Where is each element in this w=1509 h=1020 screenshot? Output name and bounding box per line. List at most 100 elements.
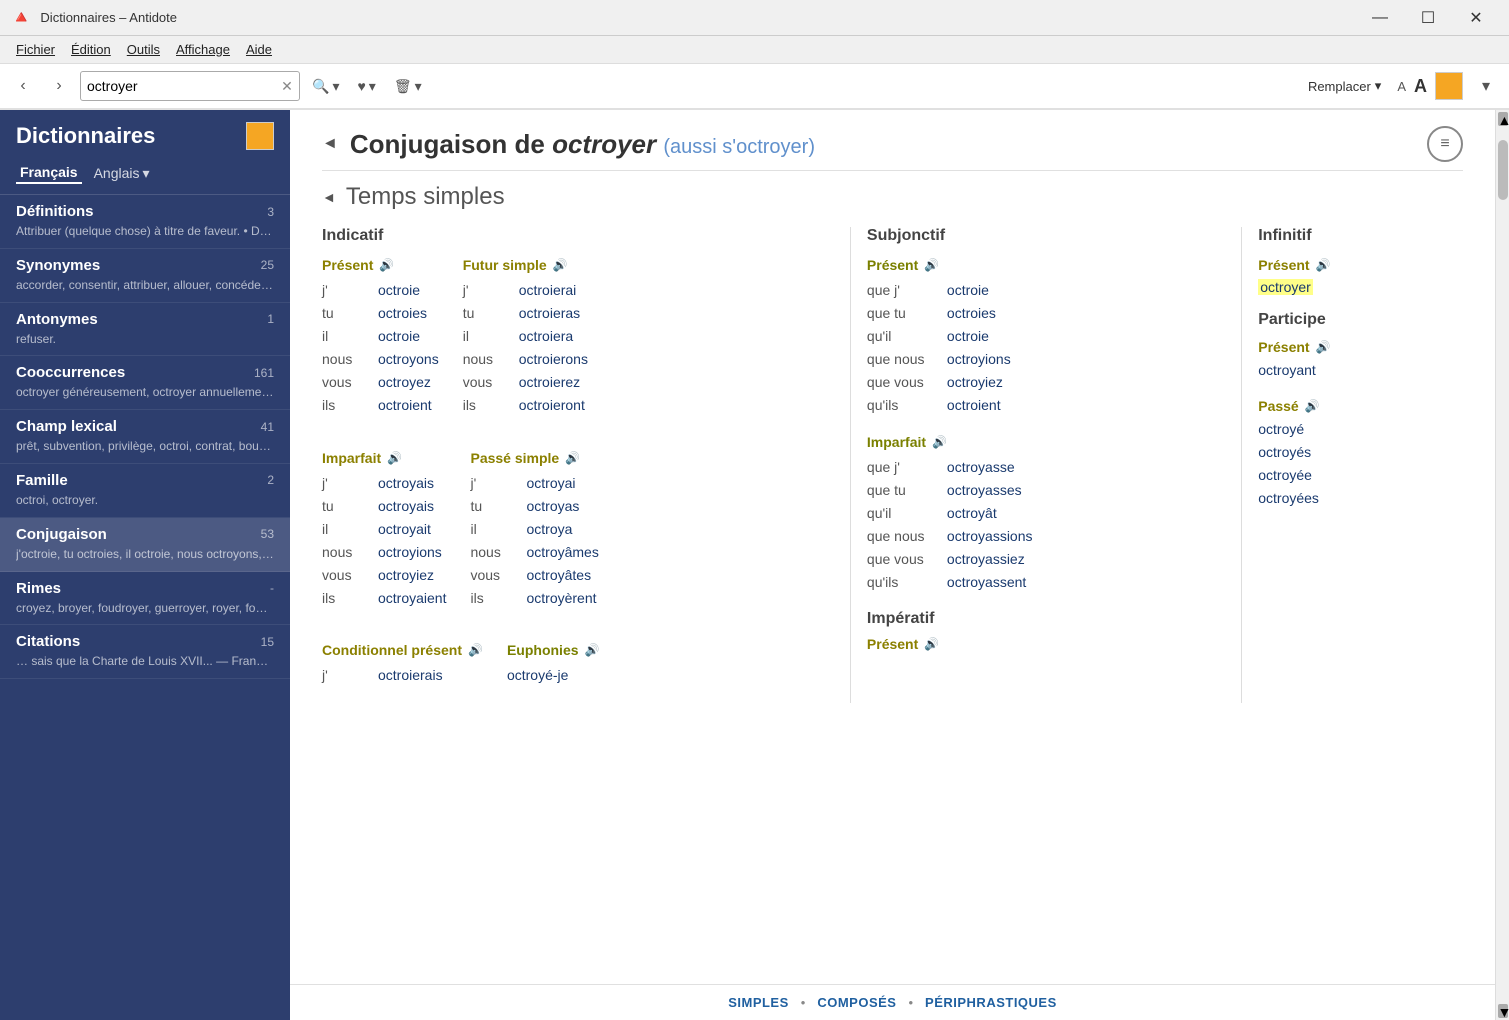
remplacer-button[interactable]: Remplacer ▾ <box>1300 71 1389 101</box>
search-input[interactable] <box>81 76 275 96</box>
sidebar-item-citations[interactable]: Citations 15 … sais que la Charte de Lou… <box>0 625 290 679</box>
present-speaker-icon[interactable]: 🔊 <box>379 258 394 272</box>
color-swatch[interactable] <box>1435 72 1463 100</box>
content-title-word: octroyer <box>552 129 656 159</box>
participe-present-speaker-icon[interactable]: 🔊 <box>1316 340 1331 354</box>
imperatif-speaker-icon[interactable]: 🔊 <box>924 637 939 651</box>
lang-francais-button[interactable]: Français <box>16 162 82 184</box>
pronoun: que tu <box>867 479 939 502</box>
form: octroyait <box>378 518 431 541</box>
pronoun: ils <box>322 394 370 417</box>
font-size-small-button[interactable]: A <box>1397 79 1406 94</box>
favorites-dropdown-arrow: ▾ <box>369 78 376 95</box>
conj-row: j'octroierais <box>322 664 483 687</box>
conj-row: iloctroya <box>470 518 598 541</box>
back-button[interactable]: ‹ <box>8 71 38 101</box>
nav-periphrastiques[interactable]: PÉRIPHRASTIQUES <box>925 995 1057 1010</box>
history-button[interactable]: 🗑 ▾ <box>388 71 428 101</box>
nav-composes[interactable]: COMPOSÉS <box>817 995 896 1010</box>
sidebar: Dictionnaires Français Anglais ▾ Définit… <box>0 110 290 1020</box>
imparfait-speaker-icon[interactable]: 🔊 <box>387 451 402 465</box>
famille-label: Famille <box>16 472 68 489</box>
content-collapse-button[interactable]: ◄ <box>322 135 338 153</box>
conj-row: que nousoctroyions <box>867 348 1225 371</box>
sidebar-item-famille[interactable]: Famille 2 octroi, octroyer. <box>0 464 290 518</box>
menu-edition[interactable]: Édition <box>63 40 119 59</box>
participe-passe-speaker-icon[interactable]: 🔊 <box>1305 399 1320 413</box>
menu-fichier[interactable]: Fichier <box>8 40 63 59</box>
scroll-up-arrow[interactable]: ▲ <box>1498 112 1508 126</box>
passe-simple-title: Passé simple 🔊 <box>470 450 598 466</box>
sidebar-title: Dictionnaires <box>16 123 155 149</box>
imperatif-title: Impératif <box>867 610 1225 628</box>
pronoun: que vous <box>867 548 939 571</box>
form: octroiera <box>519 325 573 348</box>
participe-present: Présent 🔊 octroyant <box>1258 339 1463 382</box>
conditionnel-speaker-icon[interactable]: 🔊 <box>468 643 483 657</box>
conditionnel-euphonies-row: Conditionnel présent 🔊 j'octroierais Eup… <box>322 642 834 703</box>
sidebar-item-cooccurrences[interactable]: Cooccurrences 161 octroyer généreusement… <box>0 356 290 410</box>
window-controls[interactable]: — ☐ ✕ <box>1357 3 1499 33</box>
pronoun: j' <box>322 664 370 687</box>
rimes-label: Rimes <box>16 580 61 597</box>
window-title: Dictionnaires – Antidote <box>40 10 177 25</box>
favorites-button[interactable]: ♥ ▾ <box>351 71 381 101</box>
subjonctif-imparfait-speaker-icon[interactable]: 🔊 <box>932 435 947 449</box>
close-button[interactable]: ✕ <box>1453 3 1499 33</box>
euphonies: Euphonies 🔊 octroyé-je <box>507 642 600 687</box>
euphonies-speaker-icon[interactable]: 🔊 <box>585 643 600 657</box>
champ-lexical-count: 41 <box>261 420 274 434</box>
scroll-thumb[interactable] <box>1498 140 1508 200</box>
sidebar-item-antonymes[interactable]: Antonymes 1 refuser. <box>0 303 290 357</box>
menu-outils[interactable]: Outils <box>119 40 168 59</box>
sep-2: • <box>908 995 913 1010</box>
lang-anglais-button[interactable]: Anglais ▾ <box>94 165 150 182</box>
infinitif-form: octroyer <box>1258 279 1313 295</box>
font-size-large-button[interactable]: A <box>1414 76 1427 97</box>
futur-speaker-icon[interactable]: 🔊 <box>553 258 568 272</box>
forward-button[interactable]: › <box>44 71 74 101</box>
minimize-button[interactable]: — <box>1357 3 1403 33</box>
sep-1: • <box>801 995 806 1010</box>
pronoun: tu <box>463 302 511 325</box>
conj-row: ilsoctroient <box>322 394 439 417</box>
participe-present-form: octroyant <box>1258 359 1463 382</box>
history-dropdown-arrow: ▾ <box>415 78 422 95</box>
conj-row: que vousoctroyassiez <box>867 548 1225 571</box>
section-collapse-button[interactable]: ◄ <box>322 189 336 205</box>
sidebar-item-champ-lexical[interactable]: Champ lexical 41 prêt, subvention, privi… <box>0 410 290 464</box>
nav-simples[interactable]: SIMPLES <box>728 995 789 1010</box>
menu-bar: Fichier Édition Outils Affichage Aide <box>0 36 1509 64</box>
sidebar-swatch[interactable] <box>246 122 274 150</box>
color-dropdown-button[interactable]: ▾ <box>1471 71 1501 101</box>
maximize-button[interactable]: ☐ <box>1405 3 1451 33</box>
conj-row: que tuoctroyasses <box>867 479 1225 502</box>
sidebar-item-synonymes[interactable]: Synonymes 25 accorder, consentir, attrib… <box>0 249 290 303</box>
menu-aide[interactable]: Aide <box>238 40 280 59</box>
infinitif-speaker-icon[interactable]: 🔊 <box>1316 258 1331 272</box>
pronoun: qu'ils <box>867 394 939 417</box>
conj-row: qu'iloctroyât <box>867 502 1225 525</box>
famille-count: 2 <box>267 473 274 487</box>
content-scroll[interactable]: ◄ Conjugaison de octroyer (aussi s'octro… <box>290 110 1495 984</box>
settings-button[interactable]: ≡ <box>1427 126 1463 162</box>
subjonctif-present-speaker-icon[interactable]: 🔊 <box>924 258 939 272</box>
scroll-down-arrow[interactable]: ▼ <box>1498 1004 1508 1018</box>
imparfait-passe-row: Imparfait 🔊 j'octroyais tuoctroyais iloc… <box>322 450 834 627</box>
sidebar-item-definitions[interactable]: Définitions 3 Attribuer (quelque chose) … <box>0 195 290 249</box>
form: octroieras <box>519 302 580 325</box>
form: octroyais <box>378 472 434 495</box>
infinitif-form-highlighted: octroyer <box>1258 279 1463 295</box>
menu-affichage[interactable]: Affichage <box>168 40 238 59</box>
title-bar: 🔺 Dictionnaires – Antidote — ☐ ✕ <box>0 0 1509 36</box>
scrollbar[interactable]: ▲ ▼ <box>1495 110 1509 1020</box>
subjonctif-imparfait-rows: que j'octroyasse que tuoctroyasses qu'il… <box>867 456 1225 595</box>
search-button[interactable]: 🔍 ▾ <box>306 71 345 101</box>
sidebar-item-rimes[interactable]: Rimes - croyez, broyer, foudroyer, guerr… <box>0 572 290 626</box>
cooccurrences-label: Cooccurrences <box>16 364 125 381</box>
search-clear-button[interactable]: ✕ <box>275 74 299 98</box>
pronoun: ils <box>322 587 370 610</box>
passe-simple-speaker-icon[interactable]: 🔊 <box>565 451 580 465</box>
sidebar-item-conjugaison[interactable]: Conjugaison 53 j'octroie, tu octroies, i… <box>0 518 290 572</box>
form: octroies <box>378 302 427 325</box>
